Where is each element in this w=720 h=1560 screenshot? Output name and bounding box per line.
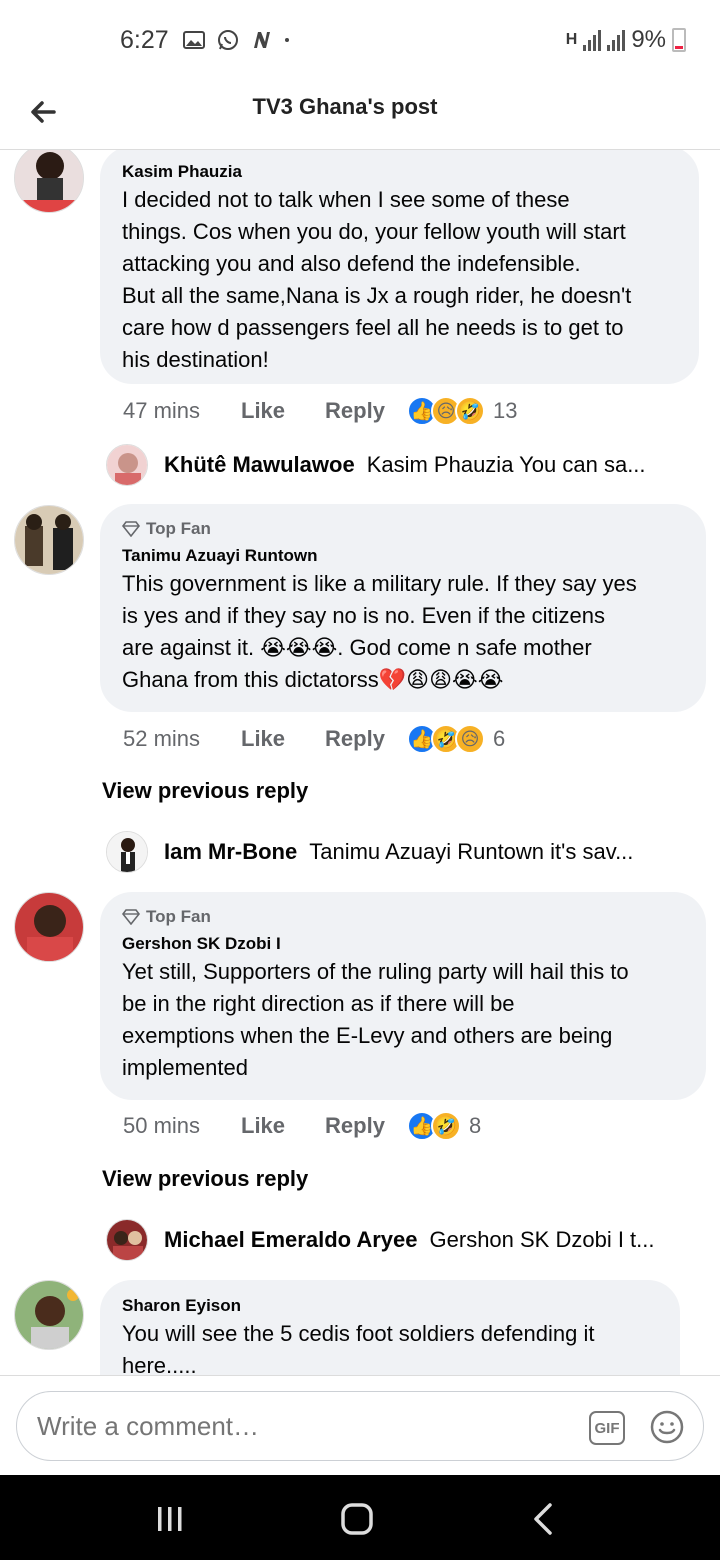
like-button[interactable]: Like: [241, 1113, 285, 1139]
reactions-summary[interactable]: 👍 😥 🤣: [406, 396, 485, 426]
haha-reaction-icon: 🤣: [430, 1111, 461, 1141]
comment-composer: GIF: [0, 1375, 720, 1475]
comment-author[interactable]: Tanimu Azuayi Runtown: [122, 544, 684, 568]
avatar[interactable]: [106, 1219, 148, 1261]
status-bar: 6:27 H 9%: [0, 0, 720, 80]
whatsapp-icon: [218, 30, 238, 50]
reaction-count[interactable]: 6: [493, 726, 505, 752]
comment-author[interactable]: Kasim Phauzia: [122, 160, 677, 184]
reply-button[interactable]: Reply: [325, 1113, 385, 1139]
reply-preview[interactable]: Khütê Mawulawoe Kasim Phauzia You can sa…: [106, 444, 646, 486]
comment-time: 47 mins: [123, 398, 201, 423]
battery-percent: 9%: [631, 26, 666, 53]
status-right: H 9%: [566, 26, 686, 54]
reply-button[interactable]: Reply: [325, 398, 385, 424]
network-type-icon: H: [565, 31, 578, 48]
reply-text: Kasim Phauzia You can sa...: [366, 452, 646, 477]
reaction-count[interactable]: 8: [469, 1113, 481, 1139]
notification-icons: [182, 28, 296, 52]
recent-apps-icon[interactable]: [152, 1501, 188, 1537]
top-fan-badge: Top Fan: [122, 906, 684, 928]
comment-author[interactable]: Gershon SK Dzobi I: [122, 932, 684, 956]
comment-meta: 52 mins Like Reply 👍 🤣 😥 6: [123, 724, 505, 754]
view-previous-reply-link[interactable]: View previous reply: [102, 1166, 308, 1192]
home-icon[interactable]: [339, 1501, 375, 1537]
top-fan-badge: Top Fan: [122, 518, 684, 540]
comment-meta: 47 mins Like Reply 👍 😥 🤣 13: [123, 396, 517, 426]
comment-text: This government is like a military rule.…: [122, 571, 637, 692]
reply-preview[interactable]: Michael Emeraldo Aryee Gershon SK Dzobi …: [106, 1219, 655, 1261]
comment-author[interactable]: Sharon Eyison: [122, 1294, 658, 1318]
reply-button[interactable]: Reply: [325, 726, 385, 752]
comment-text: I decided not to talk when I see some of…: [122, 187, 632, 372]
haha-reaction-icon: 🤣: [454, 396, 485, 426]
sad-reaction-icon: 😥: [454, 724, 485, 754]
diamond-icon: [122, 909, 140, 925]
like-button[interactable]: Like: [241, 726, 285, 752]
comment-bubble[interactable]: Top Fan Tanimu Azuayi Runtown This gover…: [100, 504, 706, 712]
reply-text: Tanimu Azuayi Runtown it's sav...: [309, 839, 634, 864]
emoji-icon[interactable]: [649, 1409, 685, 1445]
avatar[interactable]: [14, 892, 84, 962]
comment-time: 52 mins: [123, 726, 201, 751]
avatar[interactable]: [14, 1280, 84, 1350]
like-button[interactable]: Like: [241, 398, 285, 424]
avatar[interactable]: [106, 444, 148, 486]
diamond-icon: [122, 521, 140, 537]
comment-meta: 50 mins Like Reply 👍 🤣 8: [123, 1111, 481, 1141]
avatar[interactable]: [14, 505, 84, 575]
avatar[interactable]: [14, 150, 84, 213]
reply-preview[interactable]: Iam Mr-Bone Tanimu Azuayi Runtown it's s…: [106, 831, 633, 873]
reply-author[interactable]: Iam Mr-Bone: [164, 839, 297, 865]
reaction-count[interactable]: 13: [493, 398, 517, 424]
comment-time: 50 mins: [123, 1113, 201, 1138]
comment-input[interactable]: [37, 1404, 577, 1448]
battery-icon: [672, 28, 686, 52]
gallery-icon: [183, 31, 205, 49]
comment-input-box[interactable]: GIF: [16, 1391, 704, 1461]
comment-feed[interactable]: Kasim Phauzia I decided not to talk when…: [0, 150, 720, 1375]
system-nav-bar: [0, 1475, 720, 1560]
comment-bubble[interactable]: Sharon Eyison You will see the 5 cedis f…: [100, 1280, 680, 1375]
reactions-summary[interactable]: 👍 🤣 😥: [406, 724, 485, 754]
comment-bubble[interactable]: Top Fan Gershon SK Dzobi I Yet still, Su…: [100, 892, 706, 1100]
view-previous-reply-link[interactable]: View previous reply: [102, 778, 308, 804]
n-app-icon: [254, 32, 270, 48]
comment-text: You will see the 5 cedis foot soldiers d…: [122, 1321, 595, 1375]
avatar[interactable]: [106, 831, 148, 873]
comment-text: Yet still, Supporters of the ruling part…: [122, 959, 629, 1080]
status-time: 6:27: [120, 26, 169, 54]
reply-text: Gershon SK Dzobi I t...: [429, 1227, 655, 1252]
reply-author[interactable]: Khütê Mawulawoe: [164, 452, 355, 478]
back-nav-icon[interactable]: [526, 1501, 562, 1537]
signal-icon-2: [607, 29, 626, 51]
page-title: TV3 Ghana's post: [252, 94, 438, 119]
dot-icon: [285, 38, 289, 42]
reactions-summary[interactable]: 👍 🤣: [406, 1111, 461, 1141]
comment-bubble[interactable]: Kasim Phauzia I decided not to talk when…: [100, 150, 699, 384]
gif-button[interactable]: GIF: [589, 1411, 625, 1445]
signal-icon: [583, 29, 602, 51]
reply-author[interactable]: Michael Emeraldo Aryee: [164, 1227, 418, 1253]
app-header: TV3 Ghana's post: [0, 80, 720, 150]
